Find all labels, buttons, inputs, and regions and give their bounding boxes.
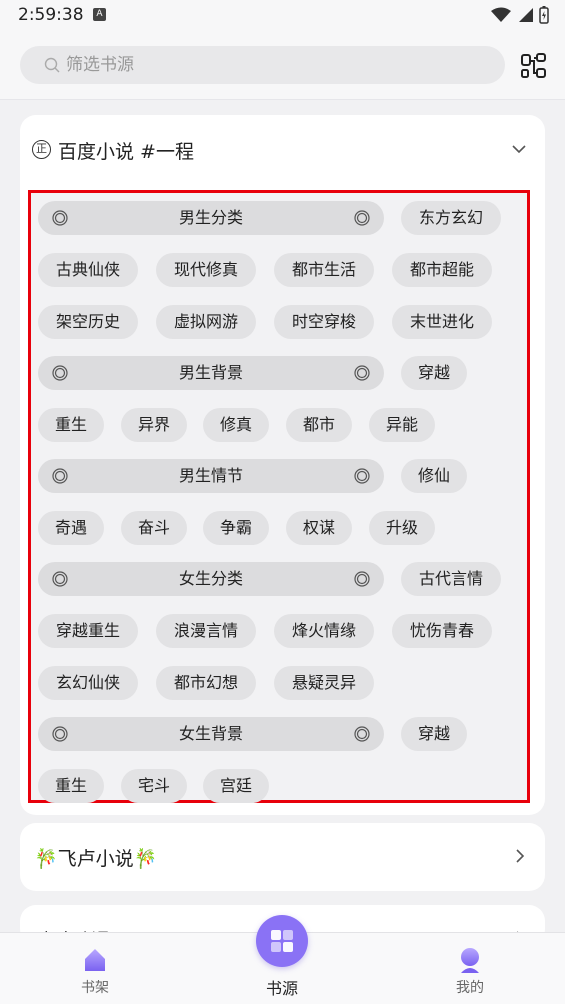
tag-chip[interactable]: 穿越 [401,356,467,390]
group-header-male-background[interactable]: 男生背景 [38,356,384,390]
tag-chip[interactable]: 都市超能 [392,253,492,287]
system-icons [491,6,549,24]
group-header-female-category[interactable]: 女生分类 [38,562,384,596]
tag-chip[interactable]: 古典仙侠 [38,253,138,287]
group-header-male-category[interactable]: 男生分类 [38,201,384,235]
tag-chip[interactable]: 浪漫言情 [156,614,256,648]
tag-chip[interactable]: 奇遇 [38,511,104,545]
tag-chip[interactable]: 古代言情 [401,562,501,596]
nav-label: 书架 [81,980,109,996]
tag-chip[interactable]: 重生 [38,408,104,442]
scan-icon[interactable] [520,52,548,80]
radio-icon [354,468,370,484]
group-header-label: 男生情节 [178,466,243,485]
tag-chip[interactable]: 玄幻仙侠 [38,666,138,700]
profile-icon [461,948,479,973]
tag-chip[interactable]: 都市幻想 [156,666,256,700]
tag-chip[interactable]: 奋斗 [121,511,187,545]
grid-icon [271,930,293,952]
nav-bookshelf[interactable]: 书架 [35,933,155,1004]
search-bar[interactable] [20,46,505,84]
tag-chip[interactable]: 现代修真 [156,253,256,287]
cellular-signal-icon [519,8,533,22]
tag-chip[interactable]: 穿越重生 [38,614,138,648]
source-title: 百度小说 #一程 [58,141,194,163]
group-header-label: 男生分类 [178,208,243,227]
tag-chip[interactable]: 宫廷 [203,769,269,803]
radio-icon [52,210,68,226]
nav-label: 书源 [265,979,298,998]
tag-chip[interactable]: 悬疑灵异 [274,666,374,700]
group-header-female-background[interactable]: 女生背景 [38,717,384,751]
tag-chip[interactable]: 都市 [286,408,352,442]
source-card-feilu[interactable]: 🎋飞卢小说🎋 [20,823,545,891]
tag-chip[interactable]: 架空历史 [38,305,138,339]
tag-chip[interactable]: 末世进化 [392,305,492,339]
tag-chip[interactable]: 异界 [121,408,187,442]
tag-chip[interactable]: 升级 [369,511,435,545]
radio-icon [52,365,68,381]
status-time: 2:59:38 [18,5,84,25]
radio-icon [354,365,370,381]
category-tags-panel: 男生分类 东方玄幻 古典仙侠 现代修真 都市生活 都市超能 架空历史 虚拟网游 … [28,190,530,803]
status-bar: 2:59:38 A [0,0,565,32]
tag-chip[interactable]: 穿越 [401,717,467,751]
tag-chip[interactable]: 忧伤青春 [392,614,492,648]
radio-icon [354,571,370,587]
tag-chip[interactable]: 争霸 [203,511,269,545]
sources-fab[interactable] [256,915,308,967]
group-header-label: 女生背景 [178,724,243,743]
source-card-header[interactable]: 正 百度小说 #一程 [20,115,545,183]
tag-chip[interactable]: 修仙 [401,459,467,493]
top-bar [0,32,565,100]
tag-chip[interactable]: 都市生活 [274,253,374,287]
bookshelf-icon [85,949,105,971]
tag-chip[interactable]: 烽火情缘 [274,614,374,648]
nav-profile[interactable]: 我的 [410,933,530,1004]
group-header-male-plot[interactable]: 男生情节 [38,459,384,493]
tag-chip[interactable]: 虚拟网游 [156,305,256,339]
group-header-label: 女生分类 [178,569,243,588]
nav-label: 我的 [456,980,484,996]
search-input[interactable] [66,46,486,84]
radio-icon [354,210,370,226]
radio-icon [52,726,68,742]
tag-chip[interactable]: 重生 [38,769,104,803]
tag-chip[interactable]: 修真 [203,408,269,442]
chevron-right-icon [516,849,525,863]
group-header-label: 男生背景 [178,363,243,382]
source-label: 🎋飞卢小说🎋 [34,848,158,870]
tag-chip[interactable]: 宅斗 [121,769,187,803]
tag-chip[interactable]: 权谋 [286,511,352,545]
search-icon [44,57,60,73]
radio-icon [354,726,370,742]
chevron-down-icon[interactable] [511,141,527,157]
tag-chip[interactable]: 东方玄幻 [401,201,501,235]
wifi-icon [491,7,511,22]
verified-badge-icon: 正 [32,140,51,159]
radio-icon [52,571,68,587]
radio-icon [52,468,68,484]
tag-chip[interactable]: 异能 [369,408,435,442]
tag-chip[interactable]: 时空穿梭 [274,305,374,339]
notification-badge-icon: A [93,8,106,21]
battery-icon [539,6,549,24]
